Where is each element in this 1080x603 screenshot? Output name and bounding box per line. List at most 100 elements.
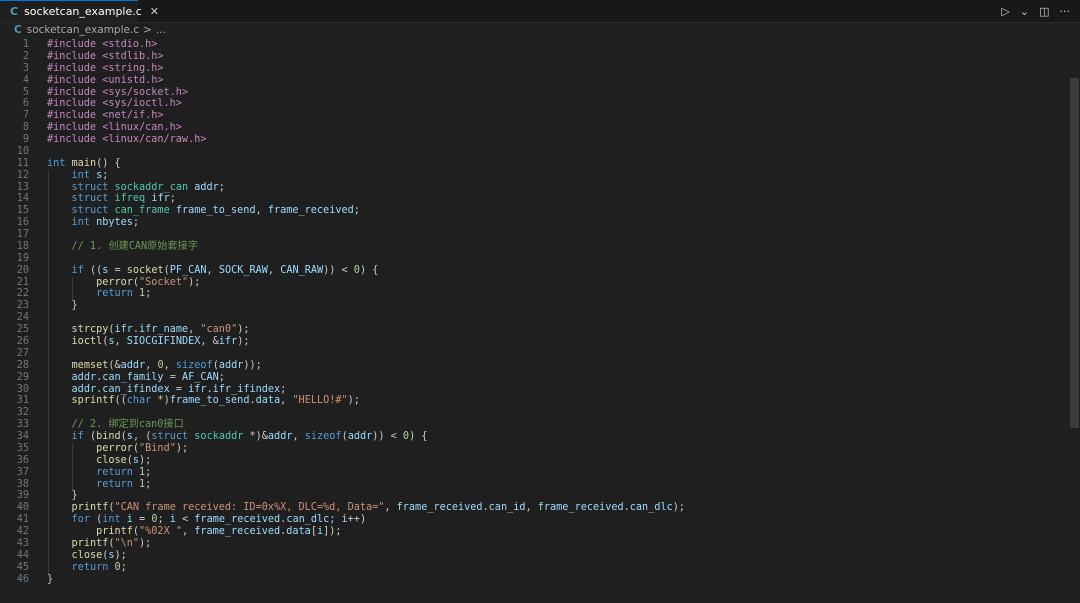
code-line[interactable]: 5 #include <sys/socket.h> <box>0 87 1060 99</box>
code-line[interactable]: 11 int main() { <box>0 158 1060 170</box>
code-text: #include <stdlib.h> <box>47 50 164 62</box>
code-text: // 2. 绑定到can0接口 <box>47 419 184 431</box>
code-line[interactable]: 1 #include <stdio.h> <box>0 39 1060 51</box>
tab-socketcan-example[interactable]: C socketcan_example.c ✕ <box>0 0 159 22</box>
code-line[interactable]: 14 struct ifreq ifr; <box>0 193 1060 205</box>
breadcrumb-file[interactable]: socketcan_example.c <box>27 24 139 36</box>
code-line[interactable]: 9 #include <linux/can/raw.h> <box>0 134 1060 146</box>
code-line[interactable]: 32 <box>0 407 1060 419</box>
code-line[interactable]: 28 memset(&addr, 0, sizeof(addr)); <box>0 360 1060 372</box>
code-line[interactable]: 35 perror("Bind"); <box>0 443 1060 455</box>
line-number: 4 <box>22 74 29 86</box>
code-line[interactable]: 41 for (int i = 0; i < frame_received.ca… <box>0 514 1060 526</box>
line-number: 38 <box>16 478 29 490</box>
code-line[interactable]: 20 if ((s = socket(PF_CAN, SOCK_RAW, CAN… <box>0 265 1060 277</box>
code-text: if (bind(s, (struct sockaddr *)&addr, si… <box>71 431 428 443</box>
code-line[interactable]: 24 <box>0 312 1060 324</box>
code-line[interactable]: 6 #include <sys/ioctl.h> <box>0 98 1060 110</box>
line-number: 44 <box>16 549 29 561</box>
indent-guide <box>72 276 73 301</box>
code-text: ioctl(s, SIOCGIFINDEX, &ifr); <box>71 336 250 347</box>
code-line[interactable]: 38 return 1; <box>0 479 1060 491</box>
code-line[interactable]: 16 int nbytes; <box>0 217 1060 229</box>
code-line[interactable]: 19 <box>0 253 1060 265</box>
code-line[interactable]: 21 perror("Socket"); <box>0 277 1060 289</box>
code-line[interactable]: 33 // 2. 绑定到can0接口 <box>0 419 1060 431</box>
code-line[interactable]: 46} <box>0 574 1060 586</box>
code-text: // 1. 创建CAN原始套接字 <box>47 240 199 252</box>
line-number: 36 <box>16 454 29 466</box>
code-line[interactable]: 23 } <box>0 300 1060 312</box>
line-number: 23 <box>16 300 29 312</box>
line-number: 9 <box>22 134 29 146</box>
line-number: 43 <box>16 537 29 549</box>
code-line[interactable]: 26 ioctl(s, SIOCGIFINDEX, &ifr); <box>0 336 1060 348</box>
code-text: addr.can_ifindex = ifr.ifr_ifindex; <box>71 383 287 395</box>
chevron-down-icon[interactable]: ⌄ <box>1020 5 1029 18</box>
code-text: return 1; <box>96 466 152 478</box>
code-line[interactable]: 34 if (bind(s, (struct sockaddr *)&addr,… <box>0 431 1060 443</box>
code-line[interactable]: 22 return 1; <box>0 288 1060 300</box>
line-number: 5 <box>22 86 29 98</box>
code-line[interactable]: 18 // 1. 创建CAN原始套接字 <box>0 241 1060 253</box>
code-text: addr.can_family = AF_CAN; <box>71 371 225 383</box>
code-line[interactable]: 39 } <box>0 490 1060 502</box>
code-line[interactable]: 37 return 1; <box>0 467 1060 479</box>
line-number: 20 <box>16 264 29 276</box>
line-number: 30 <box>16 383 29 395</box>
code-line[interactable]: 13 struct sockaddr_can addr; <box>0 182 1060 194</box>
code-line[interactable]: 25 strcpy(ifr.ifr_name, "can0"); <box>0 324 1060 336</box>
run-icon[interactable]: ▷ <box>1001 5 1009 18</box>
code-text: perror("Socket"); <box>96 276 201 288</box>
code-line[interactable]: 36 close(s); <box>0 455 1060 467</box>
code-editor[interactable]: 1 #include <stdio.h> 2 #include <stdlib.h> 3… <box>0 38 1068 603</box>
code-line[interactable]: 12 int s; <box>0 170 1060 182</box>
code-line[interactable]: 40 printf("CAN frame received: ID=0x%X, … <box>0 502 1060 514</box>
code-text: #include <sys/ioctl.h> <box>47 98 182 110</box>
code-line[interactable]: 31 sprintf((char *)frame_to_send.data, "… <box>0 395 1060 407</box>
line-number: 26 <box>16 336 29 347</box>
line-number: 34 <box>16 431 29 443</box>
code-line[interactable]: 29 addr.can_family = AF_CAN; <box>0 372 1060 384</box>
line-number: 2 <box>22 50 29 62</box>
c-file-icon: C <box>14 24 22 36</box>
code-line[interactable]: 3 #include <string.h> <box>0 63 1060 75</box>
code-text: struct ifreq ifr; <box>71 193 176 205</box>
line-number: 29 <box>16 371 29 383</box>
code-line[interactable]: 43 printf("\n"); <box>0 538 1060 550</box>
line-number: 19 <box>16 252 29 264</box>
code-line[interactable]: 27 <box>0 348 1060 360</box>
editor-actions: ▷ ⌄ ◫ ··· <box>1001 0 1070 22</box>
code-line[interactable]: 4 #include <unistd.h> <box>0 75 1060 87</box>
code-line[interactable]: 45 return 0; <box>0 562 1060 574</box>
scrollbar-thumb[interactable] <box>1070 78 1079 428</box>
more-actions-icon[interactable]: ··· <box>1060 5 1071 18</box>
breadcrumb-more[interactable]: ... <box>156 24 166 36</box>
code-line[interactable]: 7 #include <net/if.h> <box>0 110 1060 122</box>
code-text: #include <sys/socket.h> <box>47 86 189 98</box>
line-number: 35 <box>16 442 29 454</box>
code-line[interactable]: 42 printf("%02X ", frame_received.data[i… <box>0 526 1060 538</box>
code-text: printf("\n"); <box>71 537 152 549</box>
line-number: 37 <box>16 466 29 478</box>
code-text: printf("%02X ", frame_received.data[i]); <box>96 526 342 538</box>
close-icon[interactable]: ✕ <box>150 5 159 18</box>
split-editor-icon[interactable]: ◫ <box>1039 5 1049 18</box>
line-number: 40 <box>16 502 29 514</box>
code-line[interactable]: 2 #include <stdlib.h> <box>0 51 1060 63</box>
line-number: 32 <box>16 407 29 419</box>
code-line[interactable]: 30 addr.can_ifindex = ifr.ifr_ifindex; <box>0 384 1060 396</box>
code-line[interactable]: 17 <box>0 229 1060 241</box>
code-line[interactable]: 44 close(s); <box>0 550 1060 562</box>
code-text: #include <linux/can/raw.h> <box>47 134 207 146</box>
line-number: 31 <box>16 395 29 407</box>
chevron-right-icon: > <box>143 24 152 36</box>
code-line[interactable]: 8 #include <linux/can.h> <box>0 122 1060 134</box>
line-number: 22 <box>16 288 29 300</box>
vertical-scrollbar[interactable] <box>1068 38 1080 603</box>
line-number: 3 <box>22 62 29 74</box>
c-file-icon: C <box>10 5 19 18</box>
code-line[interactable]: 15 struct can_frame frame_to_send, frame… <box>0 205 1060 217</box>
line-number: 11 <box>16 157 29 169</box>
code-line[interactable]: 10 <box>0 146 1060 158</box>
